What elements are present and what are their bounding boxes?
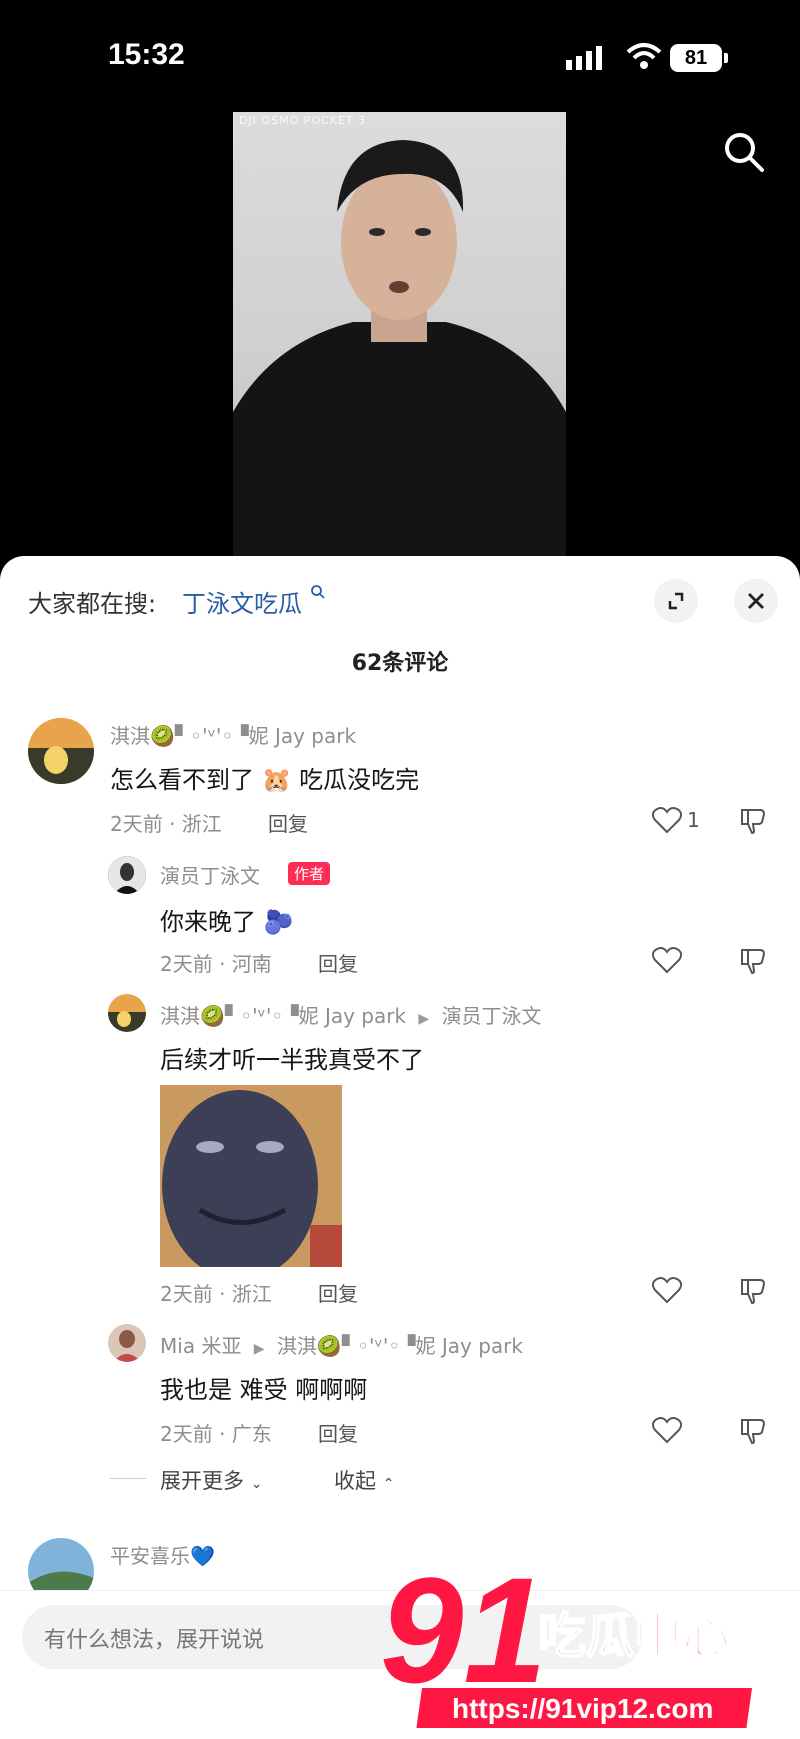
reply-button[interactable]: 回复 bbox=[318, 1418, 358, 1447]
comment-text: 后续才听一半我真受不了 bbox=[160, 1046, 424, 1074]
comment-author[interactable]: 演员丁泳文 bbox=[160, 860, 260, 889]
video-person-image bbox=[233, 140, 566, 556]
comment-meta: 2天前 · 河南 bbox=[160, 952, 272, 976]
close-sheet-button[interactable] bbox=[734, 579, 778, 623]
dislike-icon[interactable] bbox=[738, 1276, 768, 1306]
comment-author[interactable]: 平安喜乐💙 bbox=[110, 1540, 215, 1569]
reply-header: 淇淇🥝▘◦'ᵛ'◦▝妮 Jay park ▶ 演员丁泳文 bbox=[160, 1000, 542, 1029]
avatar[interactable] bbox=[108, 856, 146, 894]
comment-count-title: 62条评论 bbox=[351, 651, 449, 676]
heart-icon bbox=[651, 807, 683, 834]
author-badge: 作者 bbox=[288, 862, 331, 885]
watermark-url: https://91vip12.com bbox=[452, 1693, 713, 1724]
expand-icon bbox=[668, 592, 684, 610]
cellular-signal-icon bbox=[566, 46, 602, 70]
heart-icon[interactable] bbox=[652, 1276, 682, 1304]
comment-meta: 2天前 · 浙江 bbox=[160, 1282, 272, 1306]
chevron-down-icon: ⌄ bbox=[250, 1476, 263, 1492]
comment-author[interactable]: 淇淇🥝▘◦'ᵛ'◦▝妮 Jay park bbox=[110, 720, 356, 749]
heart-icon[interactable] bbox=[652, 946, 682, 974]
reply-to-name[interactable]: 淇淇🥝▘◦'ᵛ'◦▝妮 Jay park bbox=[277, 1334, 523, 1358]
comment-author[interactable]: Mia 米亚 bbox=[160, 1334, 241, 1358]
collapse-button[interactable]: 收起 ⌃ bbox=[334, 1465, 394, 1495]
meme-face-image bbox=[160, 1085, 342, 1267]
reply-button[interactable]: 回复 bbox=[268, 808, 308, 837]
comment-input-placeholder: 有什么想法，展开说说 bbox=[44, 1628, 265, 1653]
search-suggestion-label: 大家都在搜: bbox=[28, 590, 157, 618]
status-time: 15:32 bbox=[108, 38, 185, 71]
comment-text: 我也是 难受 啊啊啊 bbox=[160, 1376, 368, 1404]
reply-header: Mia 米亚 ▶ 淇淇🥝▘◦'ᵛ'◦▝妮 Jay park bbox=[160, 1330, 523, 1359]
avatar-image bbox=[108, 994, 146, 1032]
expand-more-label: 展开更多 bbox=[160, 1469, 244, 1493]
camera-watermark: DJI OSMO POCKET 3 bbox=[239, 114, 367, 127]
battery-tip bbox=[724, 53, 728, 63]
collapse-label: 收起 bbox=[334, 1469, 376, 1493]
small-search-icon bbox=[310, 585, 325, 599]
chevron-up-icon: ⌃ bbox=[382, 1476, 395, 1492]
dislike-icon[interactable] bbox=[738, 806, 768, 836]
reply-arrow-icon: ▶ bbox=[418, 1011, 430, 1027]
avatar-image bbox=[28, 718, 94, 784]
site-watermark-logo: 91 吃瓜中心 https://91vip12.com bbox=[380, 1560, 753, 1728]
thread-divider bbox=[110, 1478, 146, 1479]
avatar[interactable] bbox=[28, 718, 94, 784]
comment-image[interactable] bbox=[160, 1085, 342, 1267]
comment-author[interactable]: 淇淇🥝▘◦'ᵛ'◦▝妮 Jay park bbox=[160, 1004, 406, 1028]
like-button[interactable]: 1 bbox=[651, 806, 700, 834]
like-count: 1 bbox=[687, 808, 700, 832]
watermark-title: 吃瓜中心 bbox=[538, 1608, 730, 1664]
avatar-image bbox=[108, 1324, 146, 1362]
heart-icon[interactable] bbox=[652, 1416, 682, 1444]
reply-button[interactable]: 回复 bbox=[318, 948, 358, 977]
avatar[interactable] bbox=[108, 994, 146, 1032]
avatar[interactable] bbox=[108, 1324, 146, 1362]
reply-button[interactable]: 回复 bbox=[318, 1278, 358, 1307]
comment-meta: 2天前 · 广东 bbox=[160, 1422, 272, 1446]
avatar-image bbox=[108, 856, 146, 894]
reply-arrow-icon: ▶ bbox=[253, 1341, 265, 1357]
search-icon[interactable] bbox=[722, 130, 766, 174]
close-icon bbox=[748, 593, 764, 609]
search-suggestion-term: 丁泳文吃瓜 bbox=[182, 590, 302, 618]
comment-meta: 2天前 · 浙江 bbox=[110, 812, 222, 836]
expand-more-button[interactable]: 展开更多 ⌄ bbox=[160, 1465, 262, 1495]
expand-sheet-button[interactable] bbox=[654, 579, 698, 623]
video-player[interactable]: DJI OSMO POCKET 3 bbox=[233, 112, 566, 556]
battery-indicator: 81 bbox=[670, 44, 722, 72]
wifi-icon bbox=[626, 43, 662, 69]
comment-text: 你来晚了 🫐 bbox=[160, 908, 294, 936]
dislike-icon[interactable] bbox=[738, 1416, 768, 1446]
comment-text: 怎么看不到了 🐹 吃瓜没吃完 bbox=[110, 766, 420, 794]
dislike-icon[interactable] bbox=[738, 946, 768, 976]
search-suggestion-link[interactable]: 丁泳文吃瓜 bbox=[182, 584, 326, 619]
reply-to-name[interactable]: 演员丁泳文 bbox=[442, 1004, 542, 1028]
